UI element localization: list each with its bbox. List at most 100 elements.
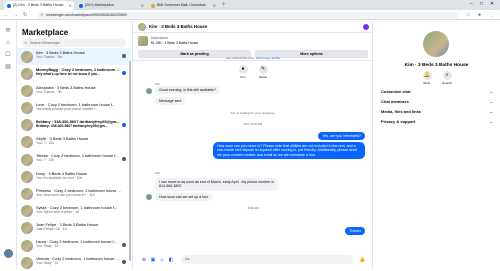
bookmark-icon[interactable]: ☆: [466, 11, 470, 19]
view-profile-link[interactable]: View buyer profile: [256, 56, 281, 60]
chat-preview: Hey what's up here let me know if you...: [36, 72, 100, 77]
listing-thumbnail[interactable]: [138, 36, 148, 46]
browser-tab[interactable]: (20+) Marketplace ✕: [76, 1, 146, 10]
chevron-down-icon: ⌄: [489, 89, 493, 94]
list-item[interactable]: Laura · Cozy 2 bedroom, 1 bathroom house…: [17, 237, 131, 254]
chat-preview: Brittany: 338-300-5607 tbrittanyfrey05@g…: [36, 123, 108, 128]
browser-toolbar: ← → ↻ ⚲ messenger.com/marketplace/t/9535…: [0, 10, 500, 20]
profile-icon[interactable]: ●: [478, 11, 481, 19]
requests-icon[interactable]: ☐: [4, 51, 12, 59]
gif-icon[interactable]: ◧: [168, 257, 174, 263]
avatar[interactable]: [423, 31, 449, 57]
message-bubble: How soon can we set up a tour.: [155, 193, 214, 202]
avatar: [21, 205, 33, 218]
plus-icon[interactable]: ⊕: [141, 257, 147, 263]
message-bubble: Yes, are you interested?: [318, 132, 365, 141]
avatar: [21, 50, 33, 63]
sticker-icon[interactable]: ☺: [159, 257, 165, 263]
avatar[interactable]: [4, 249, 13, 258]
site-info-icon[interactable]: ⚲: [41, 12, 44, 19]
edit-icon: ✎: [258, 65, 268, 74]
avatar: [146, 194, 152, 200]
timestamp: 3:09 AM: [247, 206, 259, 210]
profile-button[interactable]: ● Kim: [233, 65, 253, 79]
list-item[interactable]: Juan Felipe · 3 Beds 3 Baths House Juan F…: [17, 220, 131, 237]
seen-avatar-icon: [122, 157, 126, 162]
list-item[interactable]: Princess · Cozy 2 bedroom, 1 bathroom ho…: [17, 186, 131, 203]
list-item[interactable]: Brittany · 338-300-5607 tbrittanyfrey05@…: [17, 117, 131, 134]
chat-preview: You: Okay · 1d: [36, 244, 59, 249]
close-tab-icon[interactable]: ✕: [213, 1, 216, 10]
browser-tab[interactable]: BMI Somerset Mall, Columbus ✕: [148, 1, 218, 10]
waiting-note: Kim is waiting for your response.: [230, 111, 276, 115]
list-item[interactable]: Stryfe · 3 Beds 3 Baths House You: ? · 10…: [17, 134, 131, 151]
chevron-down-icon: ⌄: [489, 99, 493, 104]
list-item[interactable]: MoneyBagg · Cozy 2 bedroom, 1 bathroom .…: [17, 65, 131, 82]
chat-start-note: Kim started this chat. View buyer profil…: [225, 56, 281, 60]
avatar: [21, 84, 33, 97]
customize-chat-section[interactable]: Customize chat ⌄: [381, 87, 493, 97]
message-bubble: I can move in as soon as end of March, e…: [155, 178, 279, 191]
avatar: [21, 136, 33, 149]
unread-dot-icon: [122, 71, 126, 76]
message-thread: ● Kim ✎ Name Kim started this chat. View…: [133, 56, 373, 251]
message-bubble: Message sent: [155, 97, 186, 106]
browser-tab[interactable]: (2) Kim - 3 Beds 3 Baths House ✕: [4, 1, 74, 10]
list-item[interactable]: Kim · 3 Beds 3 Baths House You: Thanks · …: [17, 48, 131, 66]
page-title: Marketplace: [22, 28, 69, 37]
avatar[interactable]: [138, 23, 146, 31]
chevron-down-icon: ⌄: [489, 109, 493, 114]
bell-icon: 🔔: [422, 71, 432, 80]
archive-icon[interactable]: ▤: [4, 63, 12, 71]
rename-button[interactable]: ✎ Name: [253, 65, 273, 79]
profile-icon: ●: [238, 65, 248, 74]
search-button[interactable]: ⌕ Search: [437, 71, 457, 85]
scrollbar[interactable]: [129, 61, 131, 261]
list-item[interactable]: Alexandra · 3 Beds 3 Baths House You: Tha…: [17, 82, 131, 99]
list-item[interactable]: Dony · 3 Beds 3 Baths House You: it's ava…: [17, 168, 131, 185]
search-icon: ⌕: [442, 71, 452, 80]
list-item[interactable]: Love · Cozy 2 bedroom, 1 bathroom house …: [17, 100, 131, 117]
like-icon[interactable]: 👍: [359, 257, 365, 263]
message-input[interactable]: Aa: [181, 255, 353, 264]
close-tab-icon[interactable]: ✕: [141, 1, 144, 10]
marketplace-icon[interactable]: ⌂: [4, 39, 12, 47]
minimize-icon[interactable]: –: [470, 0, 473, 9]
maximize-icon[interactable]: □: [480, 0, 483, 9]
facebook-icon: [79, 3, 83, 8]
seen-avatar-icon: [122, 260, 126, 265]
media-files-section[interactable]: Media, files and links ⌄: [381, 107, 493, 117]
avatar: [21, 239, 33, 252]
menu-icon[interactable]: ⋮: [490, 11, 495, 19]
close-tab-icon[interactable]: ✕: [69, 1, 72, 10]
browser-tab-bar: (2) Kim - 3 Beds 3 Baths House ✕ (20+) M…: [0, 0, 500, 10]
seen-avatar-icon: [122, 54, 126, 58]
new-tab-icon[interactable]: +: [222, 1, 226, 9]
chat-members-section[interactable]: Chat members ⌄: [381, 97, 493, 107]
messenger-icon: [7, 3, 11, 8]
chat-name: Princess · Cozy 2 bedroom, 1 bathroom ho…: [36, 187, 121, 193]
reload-icon[interactable]: ↻: [23, 11, 27, 19]
list-item[interactable]: Teresa · Cozy 2 bedroom, 1 bathroom hous…: [17, 151, 131, 168]
seen-avatar-icon: [122, 243, 126, 248]
list-item[interactable]: Sylvia · Cozy 2 bedroom, 1 bathroom hous…: [17, 203, 131, 220]
back-icon[interactable]: ←: [4, 11, 9, 19]
conversation-title[interactable]: Kim · 3 Beds 3 Baths House: [149, 21, 207, 33]
chats-icon[interactable]: ✉: [4, 27, 12, 35]
avatar: [21, 119, 33, 132]
avatar: [21, 102, 33, 115]
search-input[interactable]: ⌕ Search Messenger: [22, 39, 126, 47]
forward-icon[interactable]: →: [13, 11, 18, 19]
composer: ⊕ ▣ ☺ ◧ Aa 👍: [133, 251, 373, 269]
list-item[interactable]: Victoria · Cozy 2 bedroom, 1 bathroom ho…: [17, 254, 131, 271]
close-window-icon[interactable]: ✕: [490, 0, 494, 9]
mute-button[interactable]: 🔔 Mute: [417, 71, 437, 85]
image-icon[interactable]: ▣: [150, 257, 156, 263]
chat-preview: You: Thanks · 2h: [36, 89, 62, 94]
chat-list-panel: Marketplace ⌕ Search Messenger Kim · 3 B…: [17, 21, 133, 269]
avatar: [146, 88, 152, 94]
info-icon[interactable]: [363, 24, 369, 30]
address-bar[interactable]: ⚲ messenger.com/marketplace/t/9535530260…: [38, 11, 458, 19]
privacy-support-section[interactable]: Privacy & support ⌄: [381, 117, 493, 127]
conversation-header: Kim · 3 Beds 3 Baths House: [133, 21, 373, 33]
